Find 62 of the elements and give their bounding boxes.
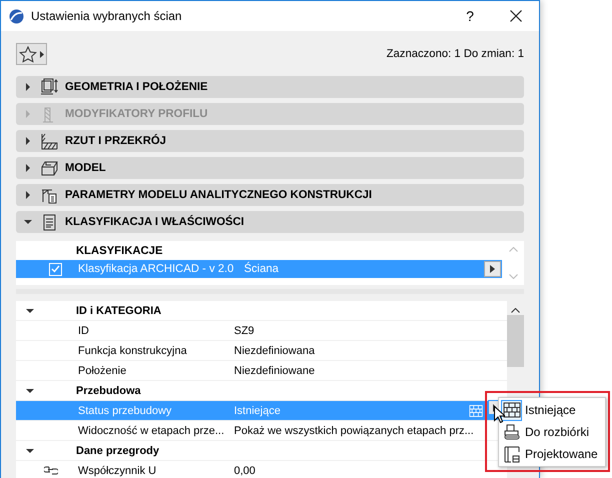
checkbox[interactable] — [49, 262, 62, 276]
expand-triangle-icon[interactable] — [24, 191, 32, 199]
group-title: Dane przegrody — [76, 444, 160, 456]
section-header[interactable]: KLASYFIKACJA I WŁAŚCIWOŚCI — [16, 211, 524, 233]
close-icon[interactable] — [510, 10, 522, 22]
scroll-up-icon[interactable] — [511, 308, 520, 313]
property-name: Status przebudowy — [78, 404, 173, 416]
property-value: Pokaż we wszystkich powiązanych etapach prz... — [234, 424, 475, 436]
hatch-icon — [40, 132, 59, 150]
brick-wall-icon — [467, 404, 485, 418]
section-title: PARAMETRY MODELU ANALITYCZNEGO KONSTRUKCJI — [65, 189, 372, 201]
brick-wall-icon — [502, 401, 520, 419]
section-header[interactable]: MODEL — [16, 157, 524, 179]
dropdown-button[interactable] — [484, 261, 501, 277]
property-row[interactable]: Funkcja konstrukcyjna Niezdefiniowana — [16, 341, 507, 361]
property-value: Niezdefiniowana — [234, 344, 316, 356]
property-name: Funkcja konstrukcyjna — [78, 344, 188, 356]
property-name: ID — [78, 324, 90, 336]
group-title: Przebudowa — [76, 384, 141, 396]
menu-item-label: Istniejące — [525, 403, 576, 417]
collapse-triangle-icon[interactable] — [26, 446, 34, 454]
property-row[interactable]: ID SZ9 — [16, 321, 507, 341]
classification-value: Ściana — [244, 263, 280, 275]
app-logo-icon — [9, 8, 24, 24]
column-heading: KLASYFIKACJE — [76, 244, 163, 256]
expand-triangle-icon[interactable] — [24, 164, 32, 172]
link-icon — [44, 466, 58, 475]
group-title: ID i KATEGORIA — [76, 304, 162, 316]
section-header[interactable]: PARAMETRY MODELU ANALITYCZNEGO KONSTRUKCJI — [16, 184, 524, 206]
scrollbar-thumb[interactable] — [507, 315, 524, 367]
section-title: RZUT I PRZEKRÓJ — [65, 135, 166, 147]
caret-icon — [40, 50, 44, 58]
property-value: 0,00 — [234, 464, 256, 476]
help-button[interactable]: ? — [447, 8, 493, 24]
expand-triangle-icon[interactable] — [24, 137, 32, 145]
menu-item-label: Do rozbiórki — [525, 425, 590, 439]
caret-icon — [490, 265, 495, 273]
collapse-triangle-icon[interactable] — [26, 386, 34, 394]
selection-info: Zaznaczono: 1 Do zmian: 1 — [386, 48, 524, 60]
box-icon — [40, 158, 59, 178]
window-title: Ustawienia wybranych ścian — [31, 9, 183, 23]
collapse-triangle-icon[interactable] — [26, 306, 34, 314]
section-header[interactable]: GEOMETRIA I POŁOŻENIE — [16, 76, 524, 98]
geometry-icon — [40, 78, 59, 96]
property-name: Położenie — [78, 364, 128, 376]
section-header[interactable]: RZUT I PRZEKRÓJ — [16, 130, 524, 152]
property-name: Widoczność w etapach prze... — [78, 424, 226, 436]
property-row[interactable]: Położenie Niezdefiniowane — [16, 361, 507, 381]
section-title: MODYFIKATORY PROFILU — [65, 108, 208, 120]
section-title: GEOMETRIA I POŁOŻENIE — [65, 81, 208, 93]
menu-item-label: Projektowane — [525, 447, 598, 461]
section-title: KLASYFIKACJA I WŁAŚCIWOŚCI — [65, 216, 244, 228]
section-title: MODEL — [65, 162, 106, 174]
property-value: SZ9 — [234, 324, 256, 336]
property-name: Współczynnik U — [78, 464, 158, 476]
property-value: Niezdefiniowane — [234, 364, 316, 376]
frame-icon — [502, 445, 520, 463]
expand-triangle-icon[interactable] — [24, 83, 32, 91]
classification-system: Klasyfikacja ARCHICAD - v 2.0 — [78, 263, 235, 275]
property-value: Istniejące — [234, 404, 282, 416]
favorites-button[interactable] — [16, 43, 47, 65]
collapse-triangle-icon[interactable] — [24, 218, 32, 226]
